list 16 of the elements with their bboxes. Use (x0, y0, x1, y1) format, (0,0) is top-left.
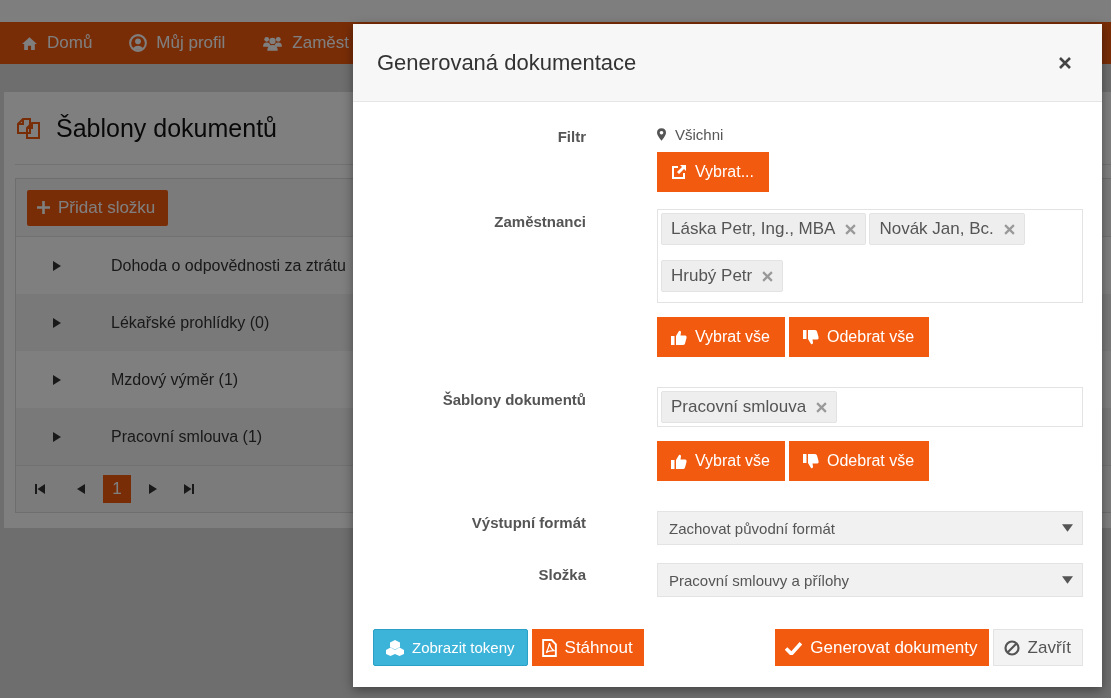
folder-name: Pracovní smlouva (1) (111, 427, 263, 446)
tag-label: Pracovní smlouva (671, 397, 807, 417)
tag-label: Láska Petr, Ing., MBA (671, 219, 836, 239)
folder-name: Mzdový výměr (1) (111, 370, 239, 389)
field-label: Složka (537, 565, 586, 585)
dialog-title: Generovaná dokumentace (377, 49, 637, 76)
field-label: Filtr (556, 127, 586, 147)
folder-name: Dohoda o odpovědnosti za ztrátu (111, 256, 346, 275)
tag-label: Novák Jan, Bc. (879, 219, 994, 239)
field-label: Zaměstnanci (493, 212, 586, 232)
field-label: Šablony dokumentů (441, 390, 586, 410)
folder-name: Lékařské prohlídky (0) (111, 313, 270, 332)
filter-value: Všichni (675, 125, 724, 143)
field-label: Výstupní formát (470, 513, 586, 533)
tag-label: Hrubý Petr (671, 266, 753, 286)
page-title: Šablony dokumentů (56, 113, 277, 143)
